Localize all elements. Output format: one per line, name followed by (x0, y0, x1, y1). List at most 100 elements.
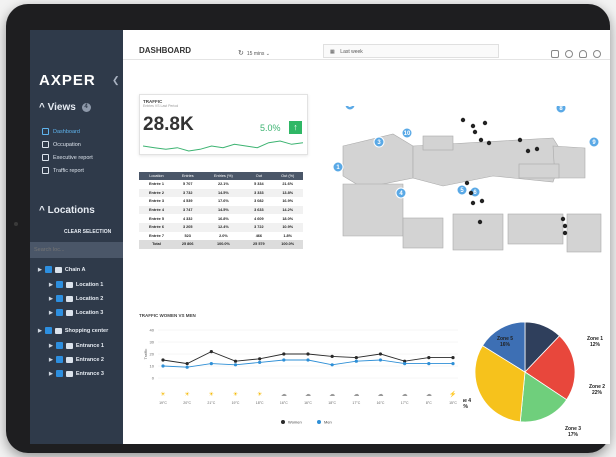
traffic-kpi-card: TRAFFIC Entries VS Last Period 28.8K 5.0… (139, 94, 308, 155)
table-cell: 18.0% (282, 216, 294, 221)
map-marker: 5 (456, 184, 468, 196)
period-selector[interactable]: ▦ Last week (323, 44, 499, 58)
tree-item-shopping-center[interactable]: ▶ Shopping center (38, 327, 108, 334)
kpi-value: 28.8K (143, 114, 194, 135)
views-title: Views (47, 102, 76, 113)
sensor-dot (486, 140, 492, 146)
sparkline-path (143, 140, 303, 152)
y-tick-label: 0 (152, 376, 155, 381)
table-cell: 5 334 (254, 182, 264, 187)
checkbox[interactable] (55, 342, 63, 349)
legend-label: Men (324, 420, 332, 425)
refresh-label: 15 mins (246, 51, 265, 57)
export-icon[interactable] (551, 50, 559, 58)
temperature-label: 18°C (256, 401, 264, 405)
temperature-label: 8°C (426, 401, 432, 405)
data-point (330, 354, 334, 358)
table-cell: 466 (255, 233, 263, 238)
y-tick-label: 40 (150, 328, 155, 333)
nav-dashboard[interactable]: Dashboard (42, 128, 80, 135)
temperature-label: 18°C (328, 401, 336, 405)
collapse-sidebar-icon[interactable]: ❮ (112, 75, 120, 86)
checkbox[interactable] (55, 370, 63, 377)
chevron-up-icon: ^ (39, 102, 45, 113)
tree-item-entrance-1[interactable]: ▶ Entrance 1 (49, 342, 104, 349)
data-point (209, 362, 213, 366)
report-icon (42, 167, 49, 174)
checkbox[interactable] (44, 266, 52, 273)
y-tick-label: 20 (150, 352, 155, 357)
views-section-title[interactable]: ^ Views 4 (39, 102, 91, 113)
data-point (233, 363, 238, 367)
data-point (378, 352, 383, 356)
tree-item-location-3[interactable]: ▶ Location 3 (49, 309, 103, 316)
checkbox[interactable] (55, 356, 63, 363)
table-header-row: Location Entries Entries (%) Out Out (%) (139, 172, 303, 180)
settings-icon[interactable] (565, 50, 573, 58)
y-tick-label: 30 (150, 340, 155, 345)
legend-marker (317, 420, 321, 424)
expand-arrow-icon[interactable]: ▶ (38, 328, 42, 334)
table-cell: 3 205 (173, 222, 202, 232)
tree-label: Shopping center (64, 327, 109, 334)
tree-item-location-1[interactable]: ▶ Location 1 (49, 281, 103, 288)
checkbox[interactable] (44, 327, 52, 334)
tree-item-chain-a[interactable]: ▶ Chain A (38, 266, 85, 273)
nav-executive-report[interactable]: Executive report (42, 154, 93, 161)
page-title: DASHBOARD (139, 46, 191, 55)
tree-item-entrance-2[interactable]: ▶ Entrance 2 (49, 356, 104, 363)
data-point (185, 362, 189, 366)
tree-label: Location 3 (75, 309, 104, 316)
table-cell: 2.0% (219, 233, 228, 238)
expand-arrow-icon[interactable]: ▶ (38, 267, 42, 273)
expand-arrow-icon[interactable]: ▶ (49, 343, 53, 349)
temperature-label: 21°C (207, 401, 215, 405)
data-point (427, 362, 431, 366)
tree-label: Location 1 (75, 281, 104, 288)
column-header[interactable]: Entries (173, 172, 202, 180)
tree-label: Entrance 3 (75, 370, 104, 377)
nav-traffic-report[interactable]: Traffic report (42, 167, 84, 174)
sun-icon: ☀ (209, 391, 214, 398)
clear-selection-button[interactable]: CLEAR SELECTION (64, 229, 111, 235)
cloud-icon: ☁ (353, 392, 359, 398)
expand-arrow-icon[interactable]: ▶ (49, 371, 53, 377)
data-point (403, 362, 407, 366)
checkbox[interactable] (55, 281, 63, 288)
cloud-icon: ☁ (281, 392, 287, 398)
table-row: Entrée 43 747 14.5% 3 633 14.2% (139, 205, 303, 215)
sidebar: AXPER ❮ ^ Views 4 Dashboard Occupation E… (30, 30, 123, 444)
expand-arrow-icon[interactable]: ▶ (49, 357, 53, 363)
checkbox[interactable] (55, 295, 63, 302)
wifi-icon[interactable] (579, 50, 587, 58)
column-header[interactable]: Entries (%) (201, 172, 246, 180)
location-search-input[interactable] (30, 242, 123, 258)
table-cell: 3 722 (245, 222, 273, 232)
nav-occupation[interactable]: Occupation (42, 141, 81, 148)
refresh-interval-select[interactable]: ↻ 15 mins ⌄ (238, 49, 270, 57)
expand-arrow-icon[interactable]: ▶ (49, 296, 53, 302)
map-marker: 2 (344, 106, 356, 111)
help-icon[interactable] (593, 50, 601, 58)
checkbox[interactable] (55, 309, 63, 316)
table-cell: 4 539 (182, 199, 193, 204)
expand-arrow-icon[interactable]: ▶ (49, 310, 53, 316)
tree-item-location-2[interactable]: ▶ Location 2 (49, 295, 103, 302)
table-row: Entrée 5 4 332 16.8% 4 609 18.0% (139, 214, 303, 223)
column-header[interactable]: Out (245, 172, 273, 180)
floor-plan-map[interactable]: 12345678910 (323, 106, 610, 256)
sensor-dot (479, 198, 485, 204)
column-header[interactable]: Location (139, 172, 174, 180)
camera-dot (14, 222, 18, 226)
sensor-dot (470, 200, 476, 206)
slice-value-label: 16% (500, 342, 511, 348)
tablet-frame: AXPER ❮ ^ Views 4 Dashboard Occupation E… (6, 4, 610, 453)
tree-item-entrance-3[interactable]: ▶ Entrance 3 (49, 370, 104, 377)
expand-arrow-icon[interactable]: ▶ (49, 282, 53, 288)
table-cell: 10.9% (272, 222, 303, 232)
column-header[interactable]: Out (%) (272, 172, 303, 180)
data-point (451, 356, 455, 360)
data-point (185, 365, 189, 369)
table-cell: 3 633 (245, 205, 273, 215)
locations-section-title[interactable]: ^ Locations (39, 205, 95, 216)
